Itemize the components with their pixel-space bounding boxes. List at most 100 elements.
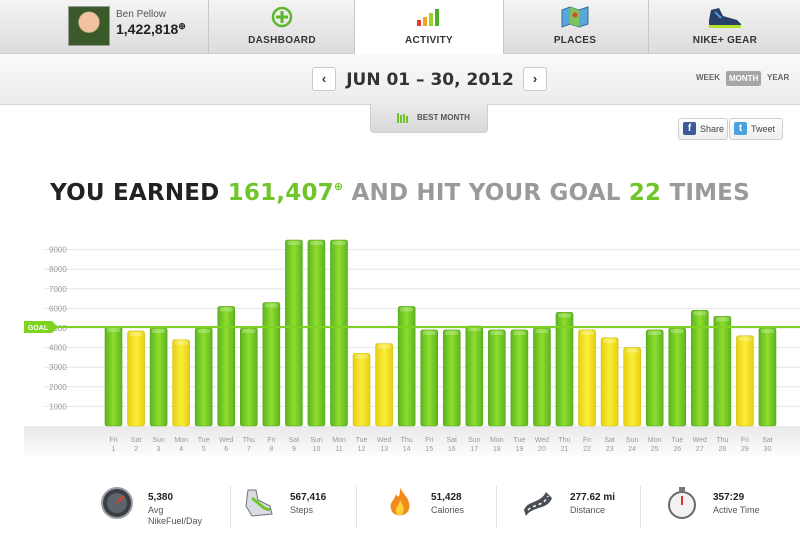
- bar-day-20[interactable]: [533, 327, 551, 427]
- bar-day-14[interactable]: [397, 306, 416, 427]
- stat-avg-fuel-label: Avg NikeFuel/Day: [148, 505, 203, 526]
- bar-day-21[interactable]: [555, 312, 574, 427]
- chart-bars: [104, 239, 777, 427]
- x-tick-day: 6: [224, 446, 228, 453]
- x-tick-dow: Mon: [174, 437, 188, 444]
- bar-day-15[interactable]: [420, 329, 439, 427]
- x-tick-day: 3: [157, 446, 161, 453]
- facebook-share-label: Share: [700, 124, 725, 134]
- x-tick-dow: Sat: [289, 437, 300, 444]
- x-tick-dow: Fri: [267, 437, 276, 444]
- bar-day-7[interactable]: [240, 327, 258, 427]
- bar-day-5[interactable]: [194, 327, 213, 427]
- x-tick-dow: Fri: [741, 437, 750, 444]
- bar-highlight: [490, 330, 504, 335]
- tab-places[interactable]: PLACES: [502, 0, 648, 53]
- bar-highlight: [332, 241, 346, 245]
- bar-day-29[interactable]: [736, 335, 754, 427]
- facebook-share-button[interactable]: f Share: [678, 118, 728, 140]
- x-tick-day: 21: [561, 446, 569, 453]
- bar-day-2[interactable]: [127, 330, 145, 427]
- bar-day-24[interactable]: [623, 347, 641, 427]
- prev-month-button[interactable]: ‹: [312, 67, 336, 91]
- x-tick-dow: Wed: [535, 437, 549, 444]
- x-tick-day: 26: [673, 446, 681, 453]
- bar-day-13[interactable]: [375, 343, 393, 427]
- facebook-icon: f: [683, 122, 696, 135]
- bar-day-3[interactable]: [149, 327, 168, 427]
- bar-day-4[interactable]: [172, 339, 190, 427]
- top-navigation: Ben Pellow 1,422,818⊕ DASHBOARD ACTIVITY…: [0, 0, 800, 54]
- bar-highlight: [648, 330, 662, 335]
- bar-day-25[interactable]: [645, 329, 664, 427]
- tab-gear-label: NIKE+ GEAR: [692, 35, 758, 46]
- x-tick-dow: Tue: [198, 437, 210, 444]
- stat-steps-label: Steps: [290, 505, 314, 515]
- bar-highlight: [107, 328, 120, 333]
- bar-highlight: [580, 330, 594, 335]
- twitter-share-label: Tweet: [751, 124, 776, 134]
- bar-highlight: [670, 329, 684, 333]
- stat-divider: [496, 486, 497, 528]
- twitter-share-button[interactable]: t Tweet: [729, 118, 783, 140]
- x-tick-dow: Sat: [604, 437, 615, 444]
- bar-day-19[interactable]: [510, 329, 529, 427]
- y-tick-label: 1000: [49, 402, 67, 411]
- period-month-toggle[interactable]: MONTH: [726, 71, 762, 86]
- bar-day-30[interactable]: [758, 327, 777, 427]
- bar-day-8[interactable]: [262, 302, 281, 427]
- bar-day-18[interactable]: [488, 329, 506, 427]
- summary-stats: 5,380 Avg NikeFuel/Day 567,416 Steps 51,…: [0, 478, 800, 533]
- bar-day-17[interactable]: [465, 325, 484, 427]
- tab-gear[interactable]: NIKE+ GEAR: [648, 0, 800, 53]
- x-tick-day: 13: [380, 446, 388, 453]
- bar-day-11[interactable]: [330, 239, 348, 427]
- avatar[interactable]: [68, 6, 110, 46]
- x-tick-dow: Sun: [468, 437, 481, 444]
- fuel-gauge-icon: [101, 487, 133, 519]
- tab-activity[interactable]: ACTIVITY: [354, 0, 504, 54]
- best-month-label: BEST MONTH: [417, 113, 470, 122]
- bar-day-23[interactable]: [600, 337, 619, 427]
- next-month-button[interactable]: ›: [523, 67, 547, 91]
- x-tick-dow: Tue: [513, 437, 525, 444]
- x-tick-day: 1: [112, 446, 116, 453]
- bar-highlight: [242, 329, 256, 333]
- bar-day-28[interactable]: [713, 315, 732, 427]
- bar-highlight: [309, 241, 323, 245]
- stat-distance-label: Distance: [570, 505, 606, 515]
- activity-chart: 100020003000400050006000700080009000 GOA…: [24, 239, 800, 460]
- bar-day-16[interactable]: [442, 329, 461, 427]
- bar-day-6[interactable]: [217, 306, 236, 427]
- best-month-badge: BEST MONTH: [370, 104, 488, 133]
- period-year-toggle[interactable]: YEAR: [767, 73, 789, 82]
- x-tick-day: 24: [628, 446, 636, 453]
- y-tick-label: 7000: [49, 285, 67, 294]
- bar-day-26[interactable]: [668, 327, 687, 427]
- bar-day-10[interactable]: [307, 239, 326, 427]
- bar-highlight: [512, 330, 526, 335]
- x-tick-dow: Sun: [626, 437, 639, 444]
- fuel-icon: ⊕: [178, 21, 186, 31]
- profile-summary[interactable]: Ben Pellow 1,422,818⊕: [0, 0, 208, 53]
- x-tick-day: 27: [696, 446, 704, 453]
- x-tick-day: 7: [247, 446, 251, 453]
- y-tick-label: 9000: [49, 246, 67, 255]
- period-week-toggle[interactable]: WEEK: [696, 73, 720, 82]
- y-tick-label: 2000: [49, 383, 67, 392]
- headline-count: 22: [628, 180, 662, 206]
- bar-highlight: [377, 344, 391, 349]
- bar-day-1[interactable]: [104, 326, 123, 427]
- x-tick-day: 15: [425, 446, 433, 453]
- x-tick-dow: Tue: [671, 437, 683, 444]
- x-tick-dow: Fri: [425, 437, 434, 444]
- bar-day-22[interactable]: [578, 329, 596, 427]
- bar-day-12[interactable]: [352, 353, 371, 427]
- bar-day-9[interactable]: [285, 239, 303, 427]
- x-tick-dow: Thu: [243, 437, 255, 444]
- plus-circle-icon: [271, 6, 293, 28]
- bar-highlight: [558, 313, 571, 318]
- tab-dashboard[interactable]: DASHBOARD: [208, 0, 355, 53]
- x-tick-day: 17: [470, 446, 478, 453]
- headline-fuel: 161,407: [227, 180, 334, 206]
